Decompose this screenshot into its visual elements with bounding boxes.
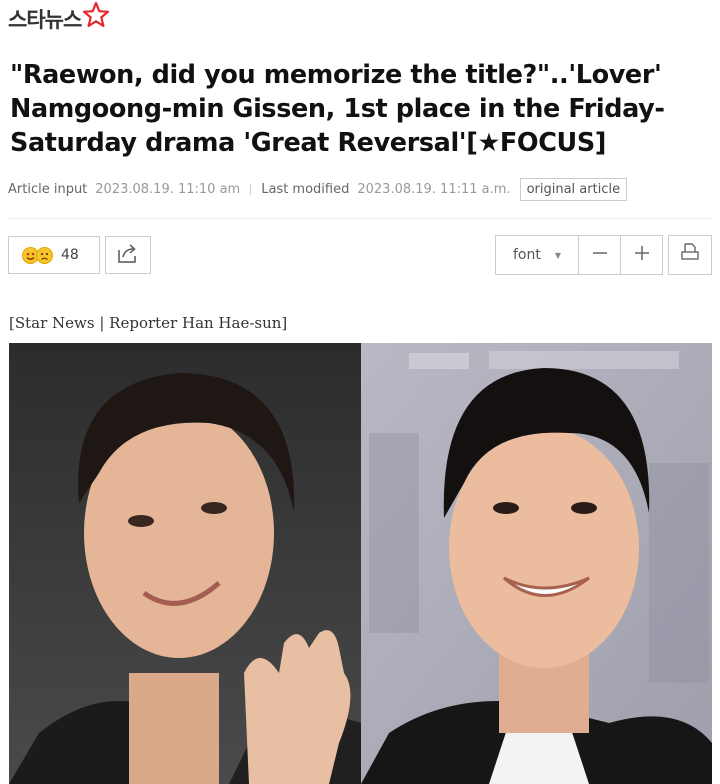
print-icon	[680, 242, 700, 268]
last-modified-date: 2023.08.19. 11:11 a.m.	[357, 181, 511, 197]
reaction-count: 48	[61, 247, 79, 263]
divider	[8, 218, 712, 219]
original-article-button[interactable]: original article	[519, 177, 628, 201]
article-headline: "Raewon, did you memorize the title?"..'…	[10, 60, 665, 158]
font-select[interactable]: font ▼	[495, 235, 579, 275]
star-logo-icon	[82, 1, 110, 33]
last-modified-label: Last modified	[261, 181, 350, 197]
font-label: font	[512, 247, 541, 263]
article-photo-illustration	[9, 343, 712, 784]
font-decrease-button[interactable]	[579, 235, 621, 275]
article-tools: font ▼	[495, 235, 712, 275]
sad-emoji-icon	[36, 246, 53, 264]
plus-icon	[633, 243, 651, 268]
reaction-button[interactable]: 48	[8, 236, 100, 274]
photo-caption: [Star News | Reporter Han Hae-sun]	[9, 314, 288, 332]
article-meta: Article input 2023.08.19. 11:10 am Last …	[8, 177, 710, 201]
print-button[interactable]	[668, 235, 712, 275]
article-photo	[9, 343, 712, 784]
site-logo[interactable]: 스타뉴스	[8, 1, 110, 34]
minus-icon	[591, 243, 609, 268]
article-input-date: 2023.08.19. 11:10 am	[95, 181, 241, 197]
share-button[interactable]	[105, 236, 151, 274]
dropdown-arrow-icon: ▼	[554, 250, 561, 260]
font-increase-button[interactable]	[621, 235, 663, 275]
logo-text: 스타뉴스	[8, 8, 82, 32]
article-input-label: Article input	[8, 181, 88, 197]
share-icon	[116, 242, 140, 268]
meta-divider	[250, 183, 252, 195]
